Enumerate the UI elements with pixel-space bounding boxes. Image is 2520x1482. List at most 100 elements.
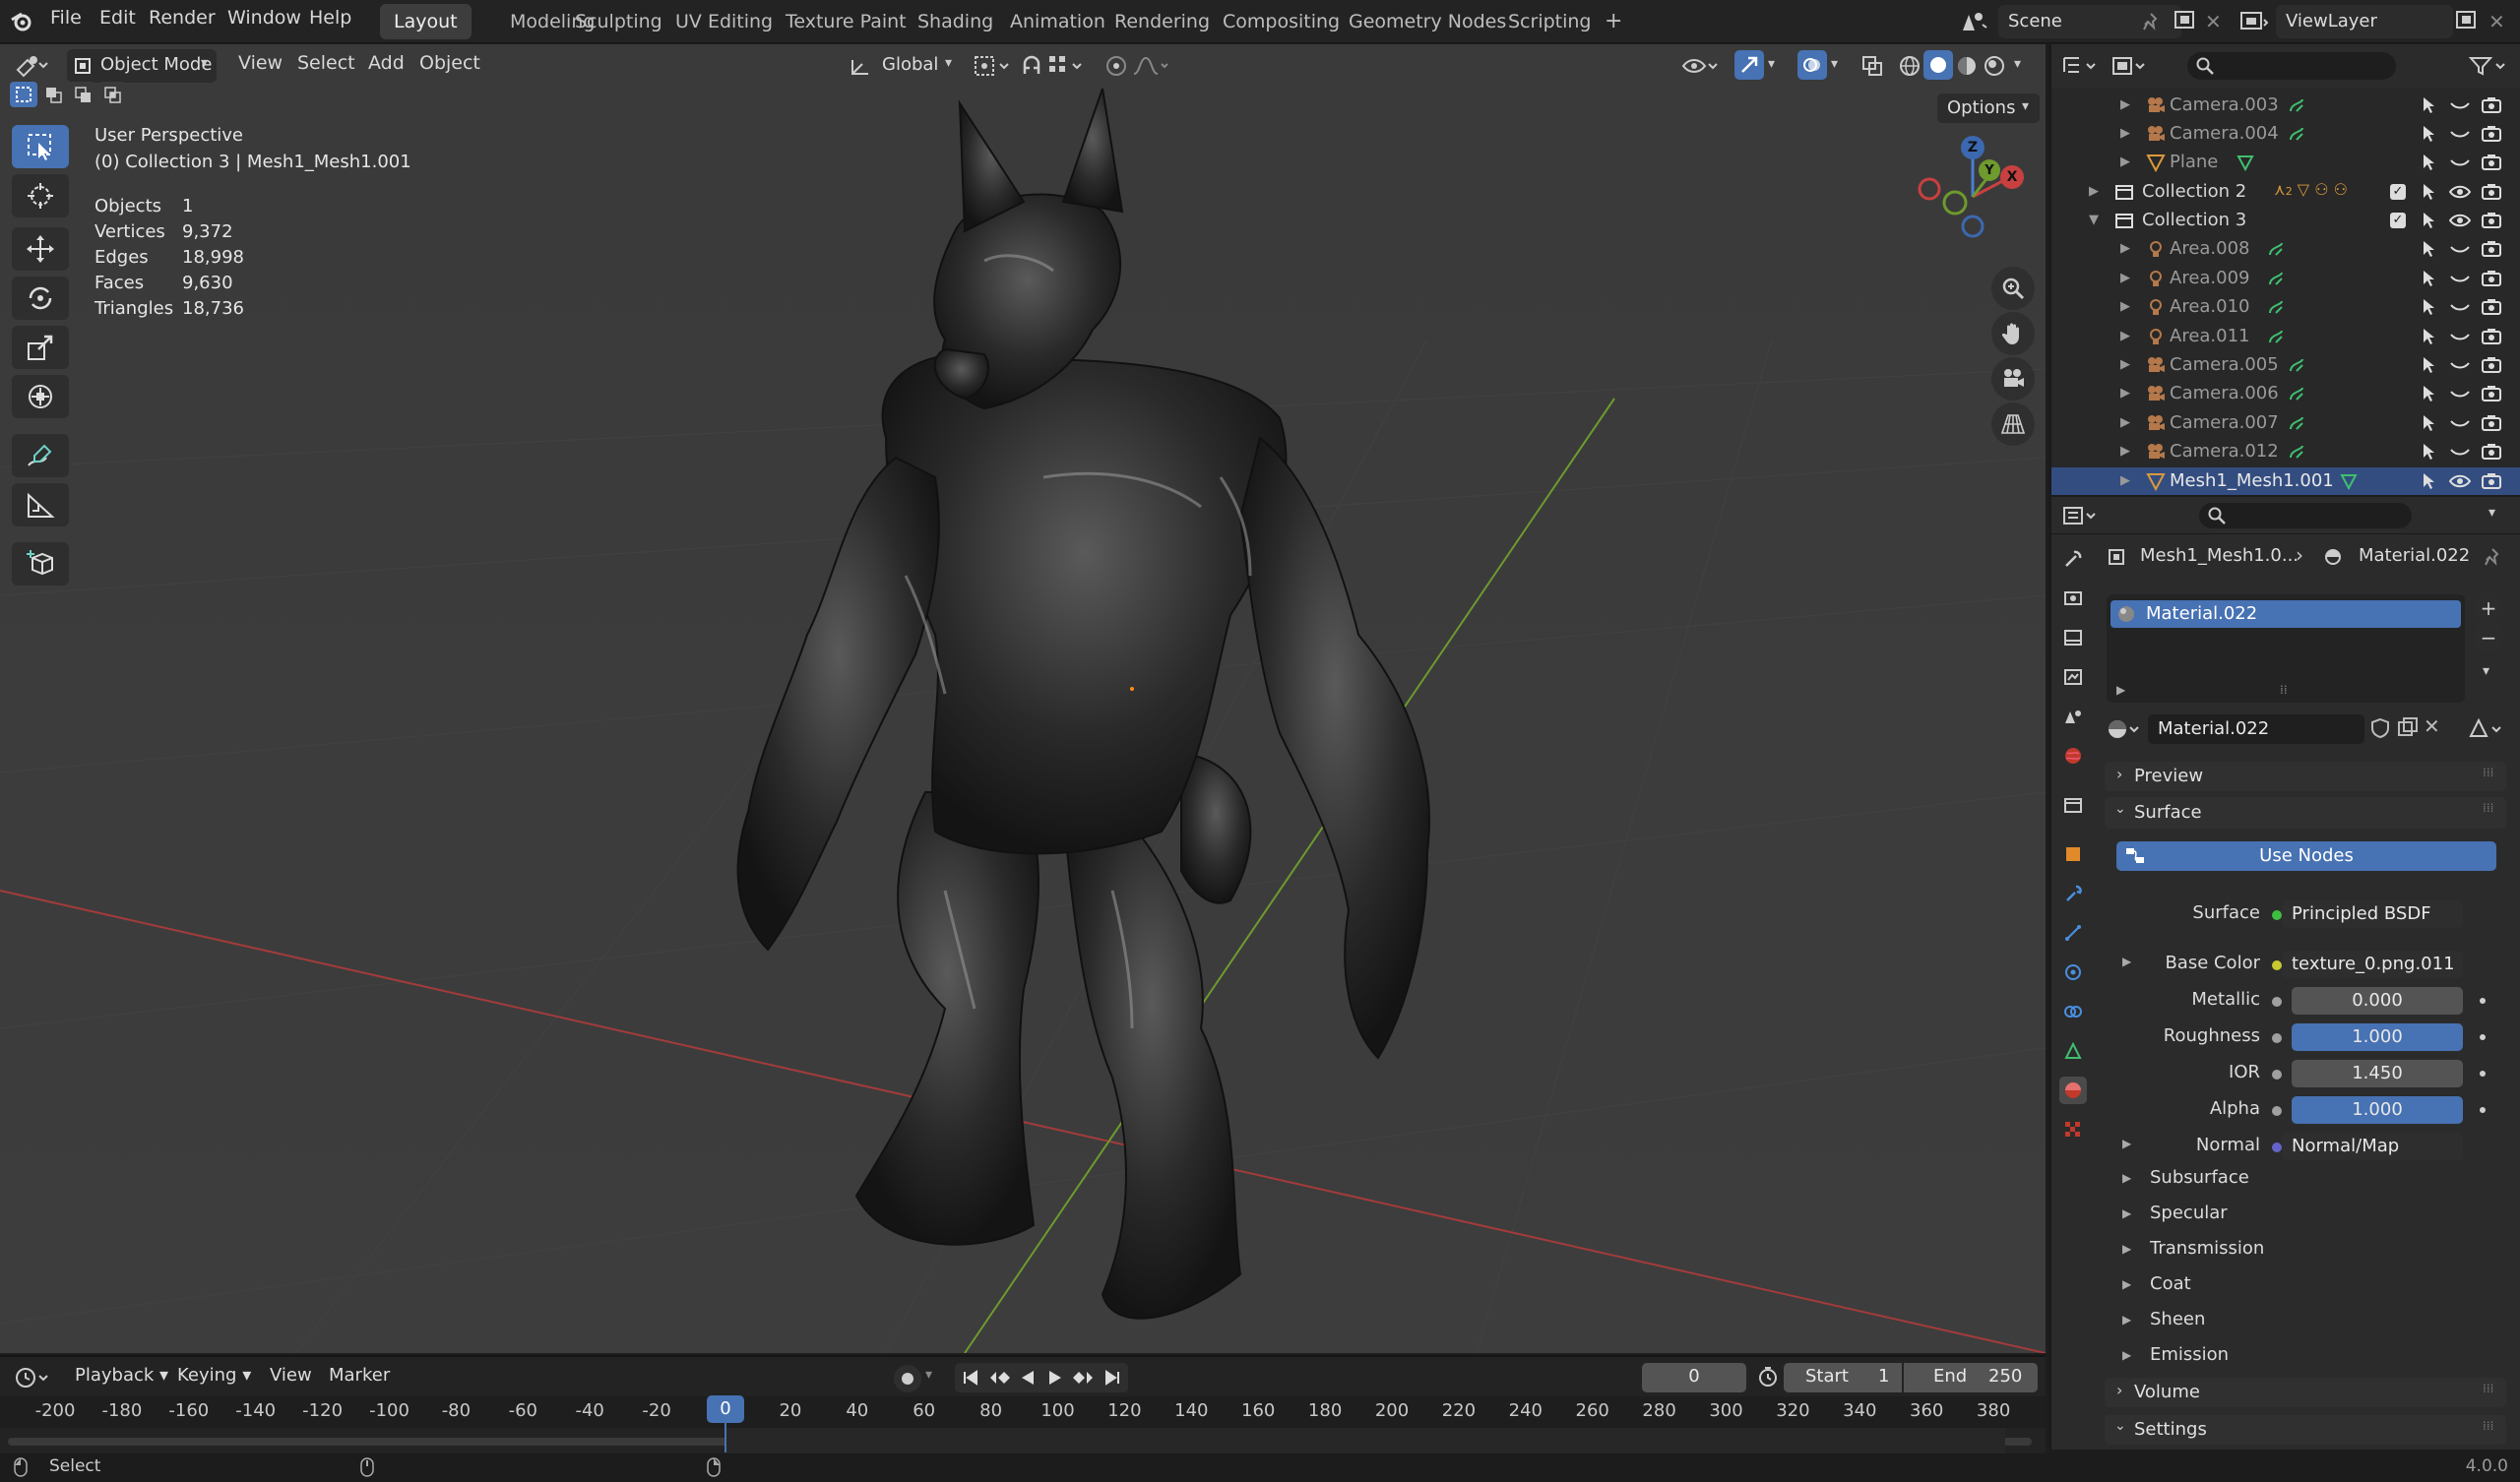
keyframe-dot-icon[interactable] <box>2480 1071 2486 1077</box>
render-tab-icon[interactable] <box>2059 585 2087 612</box>
camera-data-icon[interactable] <box>2287 384 2306 408</box>
select-arrow-icon[interactable] <box>2420 239 2437 264</box>
select-arrow-icon[interactable] <box>2420 95 2437 120</box>
chevron-down-icon[interactable]: ▾ <box>925 1367 932 1383</box>
collection-tab-icon[interactable] <box>2059 791 2087 819</box>
visibility-toggles[interactable] <box>2420 95 2508 117</box>
view-layer-icon[interactable] <box>2238 9 2270 34</box>
expand-subpanel-icon[interactable]: ▶ <box>2122 1313 2131 1327</box>
workspace-tab-shading[interactable]: Shading <box>904 4 1007 39</box>
camera-data-icon[interactable] <box>2287 413 2306 438</box>
surface-panel-header[interactable]: ⌄ Surface ⁞⁞⁞ <box>2105 797 2506 829</box>
socket-value-slider[interactable]: 0.000 <box>2292 987 2463 1015</box>
visibility-toggles[interactable] <box>2420 269 2508 290</box>
expand-arrow-icon[interactable]: ▶ <box>2089 184 2099 199</box>
select-arrow-icon[interactable] <box>2420 269 2437 293</box>
play-reverse-icon[interactable] <box>1018 1368 1038 1388</box>
eye-closed-icon[interactable] <box>2449 327 2471 351</box>
delete-scene-icon[interactable]: ✕ <box>2205 10 2222 33</box>
output-tab-icon[interactable] <box>2059 624 2087 651</box>
outliner[interactable]: ▶ Camera.003 ▶ Camera.004 ▶ Plane ▶ Collection … <box>2049 44 2520 495</box>
drag-handle-icon[interactable]: ⁞⁞⁞ <box>2483 766 2493 779</box>
particles-tab-icon[interactable] <box>2059 919 2087 947</box>
render-camera-icon[interactable] <box>2481 327 2502 351</box>
object-tab-icon[interactable] <box>2059 840 2087 868</box>
expand-subpanel-icon[interactable]: ▶ <box>2122 1171 2131 1185</box>
world-tab-icon[interactable] <box>2059 742 2087 770</box>
render-camera-icon[interactable] <box>2481 239 2502 264</box>
select-arrow-icon[interactable] <box>2420 384 2437 408</box>
menu-render[interactable]: Render <box>149 7 216 29</box>
tool-tab-icon[interactable] <box>2059 545 2087 573</box>
subpanel-coat[interactable]: Coat <box>2150 1273 2191 1294</box>
select-arrow-icon[interactable] <box>2420 413 2437 438</box>
menu-keying[interactable]: Keying ▾ <box>177 1365 251 1386</box>
move-tool[interactable] <box>12 227 69 271</box>
chevron-down-icon[interactable]: ▾ <box>2014 56 2021 72</box>
menu-add[interactable]: Add <box>368 52 405 74</box>
use-nodes-button[interactable]: Use Nodes <box>2116 841 2496 871</box>
render-camera-icon[interactable] <box>2481 355 2502 380</box>
expand-arrow-icon[interactable]: ▶ <box>2120 126 2130 141</box>
add-workspace-button[interactable]: + <box>1591 4 1636 39</box>
remove-slot-button[interactable]: − <box>2475 624 2502 651</box>
eye-closed-icon[interactable] <box>2449 384 2471 408</box>
select-arrow-icon[interactable] <box>2420 211 2437 235</box>
view-layer-tab-icon[interactable] <box>2059 663 2087 691</box>
volume-panel-header[interactable]: › Volume ⁞⁞⁞ <box>2105 1378 2506 1407</box>
drag-handle-icon[interactable]: ⁞⁞⁞ <box>2483 801 2493 815</box>
expand-arrow-icon[interactable]: ▶ <box>2120 97 2130 112</box>
rendered-shading-icon[interactable] <box>1983 54 2006 78</box>
xray-toggle-icon[interactable] <box>1860 54 1884 78</box>
eye-closed-icon[interactable] <box>2449 124 2471 149</box>
camera-view-icon[interactable] <box>1991 357 2035 401</box>
snap-icon[interactable] <box>1020 54 1043 78</box>
render-camera-icon[interactable] <box>2481 182 2502 207</box>
overlays-toggle-icon[interactable] <box>1797 50 1827 80</box>
expand-list-icon[interactable]: ▶ <box>2116 683 2125 697</box>
outliner-row[interactable]: ▶ Camera.005 <box>2051 351 2520 380</box>
visibility-toggles[interactable] <box>2420 413 2508 435</box>
socket-dot-icon[interactable] <box>2272 1070 2282 1080</box>
visibility-toggles[interactable] <box>2420 384 2508 405</box>
display-mode-icon[interactable] <box>2110 54 2150 78</box>
expand-arrow-icon[interactable]: ▶ <box>2120 299 2130 314</box>
scene-tab-icon[interactable] <box>2059 703 2087 730</box>
start-frame-field[interactable]: Start 1 <box>1784 1363 1902 1392</box>
material-name-field[interactable]: Material.022 <box>2148 714 2364 744</box>
blender-logo-icon[interactable] <box>10 10 33 33</box>
pivot-point-icon[interactable] <box>973 54 1012 78</box>
mode-selector[interactable]: Object Mode ▾ <box>67 49 217 83</box>
scale-tool[interactable] <box>12 326 69 369</box>
light-data-icon[interactable] <box>2266 239 2286 264</box>
editor-type-icon[interactable] <box>14 52 49 78</box>
add-slot-button[interactable]: + <box>2475 594 2502 622</box>
falloff-icon[interactable] <box>1132 54 1171 78</box>
unlink-material-icon[interactable]: ✕ <box>2424 714 2440 738</box>
outliner-row[interactable]: ▶ Collection 2 ⋏2 ▽ ⚇ ⚇ ✓ <box>2051 178 2520 207</box>
outliner-row[interactable]: ▶ Area.008 <box>2051 235 2520 264</box>
properties-search-input[interactable] <box>2199 503 2412 528</box>
render-camera-icon[interactable] <box>2481 297 2502 322</box>
visibility-toggles[interactable] <box>2420 355 2508 377</box>
expand-subpanel-icon[interactable]: ▶ <box>2122 1277 2131 1291</box>
render-camera-icon[interactable] <box>2481 95 2502 120</box>
expand-arrow-icon[interactable]: ▶ <box>2120 357 2130 372</box>
eye-closed-icon[interactable] <box>2449 413 2471 438</box>
eye-closed-icon[interactable] <box>2449 153 2471 177</box>
chevron-down-icon[interactable]: ▾ <box>2483 663 2489 679</box>
expand-subpanel-icon[interactable]: ▶ <box>2122 1348 2131 1362</box>
select-subtract-icon[interactable] <box>69 82 96 107</box>
eye-closed-icon[interactable] <box>2449 355 2471 380</box>
new-view-layer-icon[interactable] <box>2455 10 2479 31</box>
socket-dot-icon[interactable] <box>2272 910 2282 920</box>
outliner-row[interactable]: ▶ Plane <box>2051 149 2520 177</box>
cursor-tool[interactable] <box>12 174 69 217</box>
outliner-row[interactable]: ▶ Area.011 <box>2051 323 2520 351</box>
eye-closed-icon[interactable] <box>2449 442 2471 466</box>
subpanel-subsurface[interactable]: Subsurface <box>2150 1167 2249 1188</box>
visibility-toggles[interactable] <box>2420 297 2508 319</box>
timeline-editor-type-icon[interactable] <box>14 1365 53 1390</box>
stopwatch-icon[interactable] <box>1756 1365 1780 1389</box>
expand-arrow-icon[interactable]: ▶ <box>2120 329 2130 343</box>
